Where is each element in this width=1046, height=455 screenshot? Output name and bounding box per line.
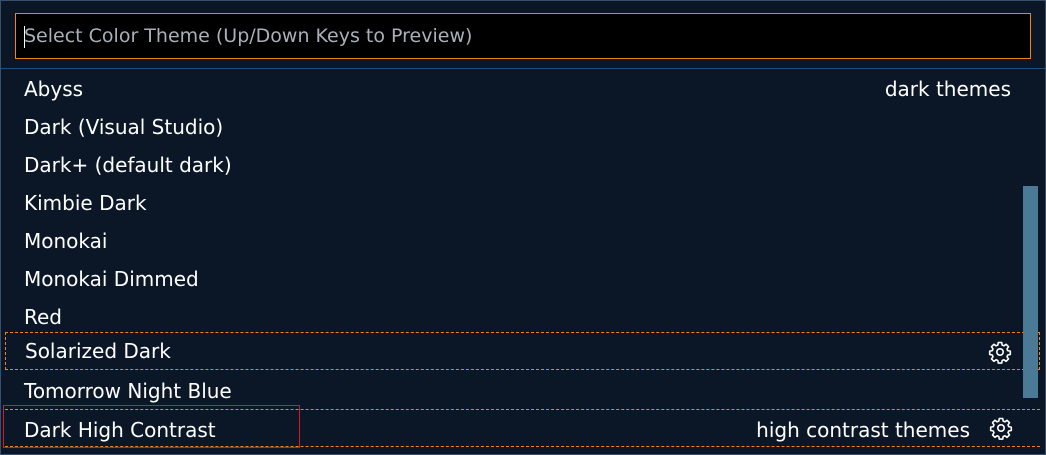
quick-pick-panel: Abyss dark themes Dark (Visual Studio) D… [0,0,1046,455]
theme-label: Monokai [24,229,108,253]
theme-item-dark-plus[interactable]: Dark+ (default dark) [5,146,1040,184]
divider [1,68,1045,69]
theme-label: Red [24,305,62,329]
theme-item-dark-visual-studio[interactable]: Dark (Visual Studio) [5,108,1040,146]
gear-icon[interactable] [989,416,1013,440]
gear-icon[interactable] [988,340,1012,364]
scrollbar-thumb[interactable] [1023,186,1038,398]
theme-item-abyss[interactable]: Abyss dark themes [5,70,1040,108]
theme-item-kimbie-dark[interactable]: Kimbie Dark [5,184,1040,222]
theme-item-monokai-dimmed[interactable]: Monokai Dimmed [5,260,1040,298]
group-label-dark-themes: dark themes [884,77,1011,101]
theme-label: Abyss [24,77,84,101]
search-box[interactable] [15,13,1031,59]
theme-item-solarized-dark[interactable]: Solarized Dark [5,332,1040,370]
theme-label: Dark+ (default dark) [24,153,232,177]
group-label-high-contrast-themes: high contrast themes [756,418,970,442]
theme-label: Monokai Dimmed [24,267,199,291]
theme-label: Solarized Dark [25,339,171,363]
theme-label: Tomorrow Night Blue [24,379,232,403]
annotation-highlight-box [3,405,300,448]
theme-label: Dark (Visual Studio) [24,115,224,139]
theme-item-red[interactable]: Red [5,298,1040,336]
text-cursor [24,26,25,48]
theme-item-monokai[interactable]: Monokai [5,222,1040,260]
theme-search-input[interactable] [16,14,1030,58]
theme-label: Kimbie Dark [24,191,147,215]
